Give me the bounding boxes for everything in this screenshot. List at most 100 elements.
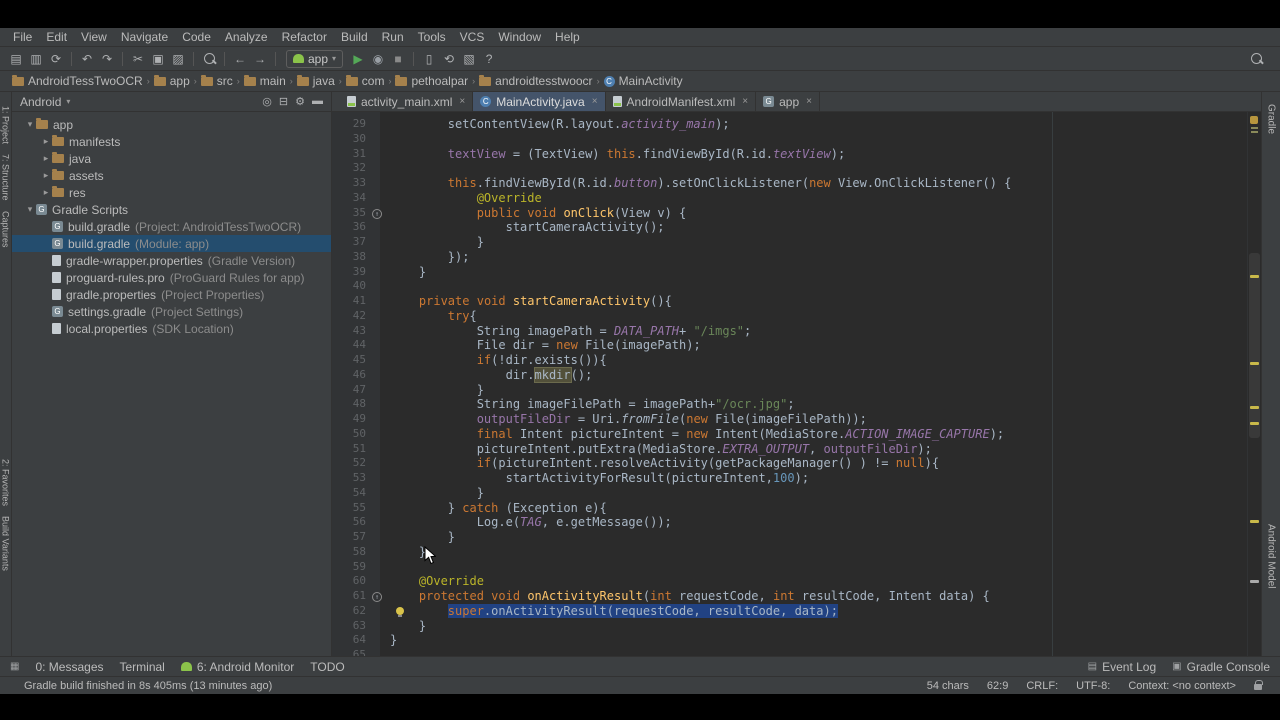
status-message[interactable]: Gradle build finished in 8s 405ms (13 mi… (24, 680, 272, 692)
line-text[interactable]: } (384, 633, 1247, 648)
line-text[interactable]: String imageFilePath = imagePath+"/ocr.j… (384, 397, 1247, 412)
line-text[interactable]: @Override (384, 191, 1247, 206)
line-text[interactable]: this.findViewById(R.id.button).setOnClic… (384, 176, 1247, 191)
intention-bulb-icon[interactable] (396, 606, 404, 617)
menu-analyze[interactable]: Analyze (218, 30, 275, 44)
code-line[interactable]: 59 (332, 560, 1247, 575)
code-line[interactable]: 38 }); (332, 250, 1247, 265)
tool-strip-captures[interactable]: Captures (1, 211, 11, 248)
tree-item-build-gradle-module-app[interactable]: build.gradle (Module: app) (12, 235, 331, 252)
code-line[interactable]: 41 private void startCameraActivity(){ (332, 294, 1247, 309)
tab-mainactivity-java[interactable]: MainActivity.java × (473, 92, 606, 111)
line-text[interactable]: } (384, 265, 1247, 280)
code-line[interactable]: 58 } (332, 545, 1247, 560)
tool-button-terminal[interactable]: Terminal (120, 660, 165, 674)
code-line[interactable]: 35 ↑ public void onClick(View v) { (332, 206, 1247, 221)
tool-button-gradle-console[interactable]: ▣ Gradle Console (1172, 660, 1270, 674)
override-gutter-icon[interactable]: ↑ (372, 592, 382, 602)
stripe-mark[interactable] (1250, 422, 1259, 426)
find-icon[interactable] (199, 50, 219, 68)
tab-activity-main-xml[interactable]: activity_main.xml × (340, 92, 474, 111)
line-text[interactable]: startCameraActivity(); (384, 220, 1247, 235)
line-text[interactable]: File dir = new File(imagePath); (384, 338, 1247, 353)
tool-strip-build-variants[interactable]: Build Variants (1, 516, 11, 571)
tree-expand-icon[interactable]: ▸ (40, 153, 52, 164)
code-line[interactable]: 31 textView = (TextView) this.findViewBy… (332, 147, 1247, 162)
code-line[interactable]: 52 if(pictureIntent.resolveActivity(getP… (332, 456, 1247, 471)
line-text[interactable]: Log.e(TAG, e.getMessage()); (384, 515, 1247, 530)
avd-manager-icon[interactable]: ▯ (419, 50, 439, 68)
help-icon[interactable]: ? (479, 50, 499, 68)
scrollbar-thumb[interactable] (1249, 253, 1260, 439)
tree-expand-icon[interactable]: ▸ (40, 187, 52, 198)
settings-gear-icon[interactable]: ⚙ (295, 95, 305, 108)
debug-button[interactable]: ◉ (368, 50, 388, 68)
tool-strip-android-model[interactable]: Android Model (1266, 524, 1277, 588)
line-text[interactable]: protected void onActivityResult(int requ… (384, 589, 1247, 604)
line-text[interactable] (384, 560, 1247, 575)
tree-item-assets[interactable]: ▸ assets (12, 167, 331, 184)
save-all-icon[interactable]: ▥ (26, 50, 46, 68)
tool-strip-1-project[interactable]: 1: Project (1, 106, 11, 144)
line-text[interactable]: startActivityForResult(pictureIntent,100… (384, 471, 1247, 486)
tree-item-build-gradle-project-androidtesstwoocr[interactable]: build.gradle (Project: AndroidTessTwoOCR) (12, 218, 331, 235)
breadcrumb-java[interactable]: java (296, 74, 335, 88)
line-text[interactable]: } (384, 486, 1247, 501)
menu-view[interactable]: View (74, 30, 114, 44)
tree-item-java[interactable]: ▸ java (12, 150, 331, 167)
line-text[interactable]: dir.mkdir(); (384, 366, 1247, 383)
code-line[interactable]: 61 ↑ protected void onActivityResult(int … (332, 589, 1247, 604)
tree-expand-icon[interactable]: ▸ (40, 136, 52, 147)
line-text[interactable]: } (384, 530, 1247, 545)
back-icon[interactable]: ← (230, 50, 250, 68)
line-text[interactable]: @Override (384, 574, 1247, 589)
stripe-mark[interactable] (1250, 275, 1259, 279)
error-stripe[interactable] (1247, 112, 1261, 656)
line-text[interactable]: setContentView(R.layout.activity_main); (384, 117, 1247, 132)
tree-expand-icon[interactable]: ▾ (24, 204, 36, 215)
line-text[interactable]: } (384, 383, 1247, 398)
line-text[interactable] (384, 161, 1247, 176)
tree-item-proguard-rules-pro-proguard-rules-for-app[interactable]: proguard-rules.pro (ProGuard Rules for ap… (12, 269, 331, 286)
tool-strip-7-structure[interactable]: 7: Structure (1, 154, 11, 201)
code-line[interactable]: 46 dir.mkdir(); (332, 366, 1247, 383)
tree-item-gradle-properties-project-properties[interactable]: gradle.properties (Project Properties) (12, 286, 331, 303)
line-text[interactable]: if(!dir.exists()){ (384, 353, 1247, 368)
forward-icon[interactable]: → (250, 50, 270, 68)
tree-item-gradle-scripts[interactable]: ▾ Gradle Scripts (12, 201, 331, 218)
tool-strip-2-favorites[interactable]: 2: Favorites (1, 459, 11, 506)
code-line[interactable]: 45 if(!dir.exists()){ (332, 353, 1247, 368)
breadcrumb-androidtesstwoocr[interactable]: androidtesstwoocr (479, 74, 593, 88)
code-line[interactable]: 43 String imagePath = DATA_PATH+ "/imgs"… (332, 324, 1247, 339)
tool-button-todo[interactable]: TODO (310, 660, 344, 674)
breadcrumb-src[interactable]: src (200, 74, 233, 88)
undo-icon[interactable]: ↶ (77, 50, 97, 68)
code-line[interactable]: 49 outputFileDir = Uri.fromFile(new File… (332, 412, 1247, 427)
code-line[interactable]: 47 } (332, 383, 1247, 398)
redo-icon[interactable]: ↷ (97, 50, 117, 68)
menu-run[interactable]: Run (375, 30, 411, 44)
search-everywhere-icon[interactable] (1250, 53, 1262, 64)
sync-gradle-icon[interactable]: ⟲ (439, 50, 459, 68)
code-line[interactable]: 44 File dir = new File(imagePath); (332, 338, 1247, 353)
tab-app[interactable]: app × (756, 92, 820, 111)
stripe-mark[interactable] (1250, 405, 1259, 409)
code-line[interactable]: 37 } (332, 235, 1247, 250)
menu-tools[interactable]: Tools (411, 30, 453, 44)
code-line[interactable]: 42 try{ (332, 309, 1247, 324)
status-widget-62-9[interactable]: 62:9 (987, 680, 1008, 692)
line-text[interactable]: final Intent pictureIntent = new Intent(… (384, 427, 1247, 442)
line-text[interactable] (384, 648, 1247, 656)
tree-item-settings-gradle-project-settings[interactable]: settings.gradle (Project Settings) (12, 303, 331, 320)
code-line[interactable]: 55 } catch (Exception e){ (332, 501, 1247, 516)
code-line[interactable]: 30 (332, 132, 1247, 147)
close-icon[interactable]: × (742, 96, 748, 107)
code-line[interactable]: 36 startCameraActivity(); (332, 220, 1247, 235)
stop-button[interactable]: ■ (388, 50, 408, 68)
inspection-indicator-icon[interactable] (1250, 116, 1258, 124)
code-line[interactable]: 63 } (332, 619, 1247, 634)
code-line[interactable]: 62 super.onActivityResult(requestCode, r… (332, 603, 1247, 619)
line-text[interactable]: pictureIntent.putExtra(MediaStore.EXTRA_… (384, 442, 1247, 457)
line-text[interactable]: }); (384, 250, 1247, 265)
status-widget-54-chars[interactable]: 54 chars (927, 680, 969, 692)
